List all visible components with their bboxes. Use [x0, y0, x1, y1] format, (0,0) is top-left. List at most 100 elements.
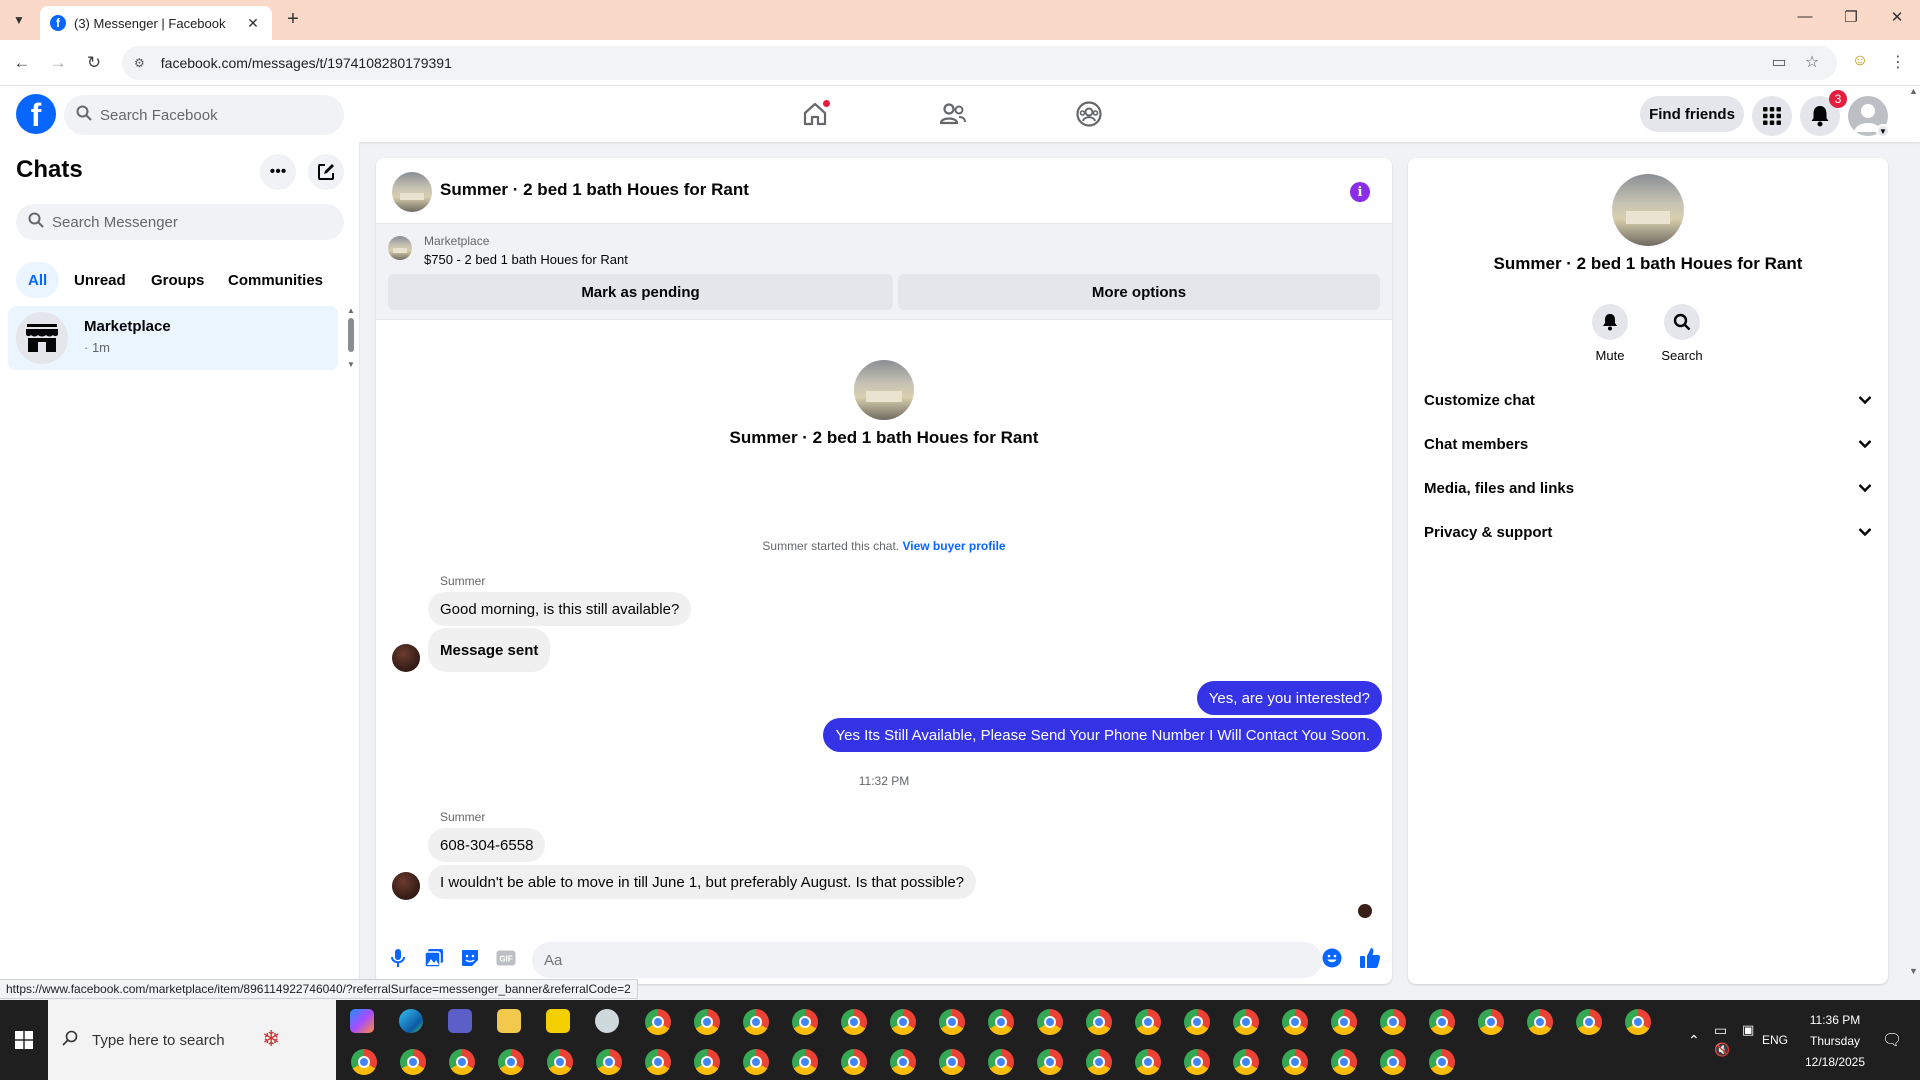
chrome-profile-icon[interactable]: [694, 1009, 720, 1035]
mark-as-pending-button[interactable]: Mark as pending: [388, 274, 893, 310]
new-tab-plus-icon[interactable]: +: [282, 8, 304, 31]
listing-link[interactable]: $750 - 2 bed 1 bath Houes for Rant: [424, 252, 628, 267]
browser-tab[interactable]: f (3) Messenger | Facebook ✕: [40, 6, 272, 40]
scroll-up-icon[interactable]: ▲: [1909, 86, 1918, 96]
taskbar-search-box[interactable]: Type here to search ❄: [48, 1000, 336, 1080]
language-indicator[interactable]: ENG: [1762, 1000, 1788, 1080]
details-profile-photo[interactable]: [1612, 174, 1684, 246]
incoming-message[interactable]: I wouldn't be able to move in till June …: [428, 865, 977, 899]
chrome-profile-icon[interactable]: [988, 1009, 1014, 1035]
chrome-profile-icon[interactable]: [1380, 1049, 1406, 1075]
profile-icon[interactable]: ☺: [1849, 52, 1871, 70]
chrome-profile-icon[interactable]: [743, 1009, 769, 1035]
restore-icon[interactable]: ❐: [1836, 8, 1866, 26]
media-files-links-section[interactable]: Media, files and links: [1416, 468, 1880, 508]
bookmark-star-icon[interactable]: ☆: [1801, 52, 1823, 72]
forward-arrow-icon[interactable]: →: [45, 50, 71, 76]
chrome-profile-icon[interactable]: [1429, 1009, 1455, 1035]
chrome-profile-icon[interactable]: [1233, 1009, 1259, 1035]
sidebar-scrollbar[interactable]: ▲ ▼: [347, 306, 355, 369]
meet-now-icon[interactable]: ▣: [1742, 990, 1754, 1070]
tab-close-icon[interactable]: ✕: [244, 15, 262, 32]
like-thumbs-up-icon[interactable]: [1358, 946, 1382, 970]
back-arrow-icon[interactable]: ←: [9, 50, 35, 76]
filter-tab-groups[interactable]: Groups: [139, 262, 216, 298]
filter-tab-all[interactable]: All: [16, 262, 60, 298]
sticker-icon[interactable]: [458, 946, 482, 970]
view-buyer-profile-link[interactable]: View buyer profile: [902, 539, 1005, 553]
chrome-profile-icon[interactable]: [792, 1009, 818, 1035]
facebook-logo-icon[interactable]: f: [16, 94, 56, 134]
outgoing-message[interactable]: Yes Its Still Available, Please Send You…: [823, 718, 1382, 752]
find-friends-button[interactable]: Find friends: [1640, 96, 1744, 132]
holiday-ornaments-icon[interactable]: ❄: [262, 1026, 280, 1052]
install-app-icon[interactable]: ▭: [1768, 52, 1790, 72]
chrome-profile-icon[interactable]: [1135, 1049, 1161, 1075]
menu-grid-icon[interactable]: [1752, 96, 1792, 136]
chrome-profile-icon[interactable]: [1184, 1049, 1210, 1075]
chrome-profile-icon[interactable]: [841, 1009, 867, 1035]
chrome-profile-icon[interactable]: [547, 1049, 573, 1075]
filter-tab-unread[interactable]: Unread: [62, 262, 138, 298]
page-scrollbar[interactable]: ▲ ▼: [1906, 86, 1920, 980]
chrome-profile-icon[interactable]: [1037, 1009, 1063, 1035]
sender-avatar[interactable]: [392, 872, 420, 900]
sticky-notes-icon[interactable]: [546, 1009, 570, 1033]
groups-icon[interactable]: [1073, 98, 1105, 130]
weather-icon[interactable]: [595, 1009, 619, 1033]
outgoing-message[interactable]: Yes, are you interested?: [1196, 681, 1382, 715]
incoming-message[interactable]: 608-304-6558: [428, 828, 546, 862]
emoji-icon[interactable]: [1320, 946, 1344, 970]
scroll-up-icon[interactable]: ▲: [347, 306, 355, 315]
volume-muted-icon[interactable]: 🔇: [1714, 1010, 1730, 1080]
taskbar-clock[interactable]: 11:36 PM Thursday 12/18/2025: [1790, 1010, 1880, 1073]
customize-chat-section[interactable]: Customize chat: [1416, 380, 1880, 420]
tray-overflow-chevron-icon[interactable]: ⌃: [1688, 1000, 1700, 1080]
chrome-profile-icon[interactable]: [890, 1009, 916, 1035]
scroll-thumb[interactable]: [348, 318, 354, 352]
chrome-profile-icon[interactable]: [1233, 1049, 1259, 1075]
messenger-search-input[interactable]: Search Messenger: [16, 204, 344, 240]
edge-icon[interactable]: [399, 1009, 423, 1033]
chrome-profile-icon[interactable]: [1429, 1049, 1455, 1075]
new-message-icon[interactable]: [308, 154, 344, 190]
incoming-message[interactable]: Message sent: [428, 628, 551, 672]
minimize-icon[interactable]: —: [1790, 8, 1820, 25]
chrome-profile-icon[interactable]: [939, 1009, 965, 1035]
friends-icon[interactable]: [937, 98, 969, 130]
conversation-title[interactable]: Summer · 2 bed 1 bath Houes for Rant: [440, 180, 749, 200]
chrome-profile-icon[interactable]: [939, 1049, 965, 1075]
browser-menu-icon[interactable]: ⋮: [1887, 52, 1909, 72]
mute-button[interactable]: Mute: [1580, 304, 1640, 363]
account-chevron-icon[interactable]: ▼: [1876, 124, 1890, 138]
listing-avatar[interactable]: [392, 172, 432, 212]
chrome-profile-icon[interactable]: [1478, 1009, 1504, 1035]
chrome-profile-icon[interactable]: [988, 1049, 1014, 1075]
info-icon[interactable]: i: [1350, 182, 1370, 202]
chrome-profile-icon[interactable]: [400, 1049, 426, 1075]
filter-tab-communities[interactable]: Communities: [216, 262, 335, 298]
chrome-profile-icon[interactable]: [351, 1049, 377, 1075]
chrome-profile-icon[interactable]: [1527, 1009, 1553, 1035]
facebook-search-input[interactable]: Search Facebook: [64, 95, 344, 135]
message-input[interactable]: [532, 942, 1322, 978]
chat-members-section[interactable]: Chat members: [1416, 424, 1880, 464]
search-in-conversation-button[interactable]: Search: [1652, 304, 1712, 363]
tab-search-chevron-icon[interactable]: ▼: [8, 9, 30, 31]
chrome-profile-icon[interactable]: [1576, 1009, 1602, 1035]
chrome-profile-icon[interactable]: [1037, 1049, 1063, 1075]
chrome-profile-icon[interactable]: [1331, 1049, 1357, 1075]
chrome-profile-icon[interactable]: [596, 1049, 622, 1075]
chrome-icon[interactable]: [645, 1009, 671, 1035]
chrome-profile-icon[interactable]: [694, 1049, 720, 1075]
chrome-profile-icon[interactable]: [841, 1049, 867, 1075]
chrome-profile-icon[interactable]: [498, 1049, 524, 1075]
microphone-icon[interactable]: [386, 946, 410, 970]
chrome-profile-icon[interactable]: [1331, 1009, 1357, 1035]
file-explorer-icon[interactable]: [497, 1009, 521, 1033]
scroll-down-icon[interactable]: ▼: [1909, 966, 1918, 976]
more-options-icon[interactable]: •••: [260, 154, 296, 190]
reload-icon[interactable]: ↻: [81, 50, 107, 76]
chrome-profile-icon[interactable]: [890, 1049, 916, 1075]
chrome-profile-icon[interactable]: [1625, 1009, 1651, 1035]
